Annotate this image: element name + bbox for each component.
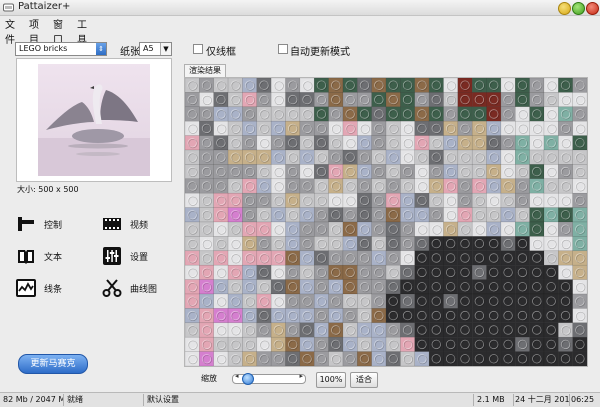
title-bar: Pattaizer+ — [0, 0, 600, 16]
date-status: 24 十二月 2016 — [512, 394, 570, 406]
line-icon — [16, 279, 36, 297]
tool-video-label: 视频 — [130, 221, 149, 231]
auto-update-label: 自动更新模式 — [290, 47, 350, 58]
style-select-value: LEGO bricks — [19, 44, 68, 53]
settings-status: 默认设置 — [144, 394, 474, 406]
tool-line-label: 线条 — [44, 285, 63, 295]
auto-update-checkbox[interactable] — [278, 44, 288, 54]
source-image-preview — [16, 58, 172, 182]
control-icon — [18, 217, 34, 231]
video-icon — [103, 218, 121, 230]
paper-select[interactable]: A5 ▼ — [139, 42, 172, 56]
paper-label: 纸张 — [120, 47, 140, 58]
memory-status: 82 Mb / 2047 Mb — [0, 394, 64, 406]
tool-curve-label: 曲线图 — [130, 285, 158, 295]
tool-control-label: 控制 — [44, 221, 63, 231]
update-mosaic-button[interactable]: 更新马赛克 — [18, 354, 88, 374]
time-status: 06:25 — [571, 395, 595, 404]
text-icon — [18, 250, 34, 264]
zoom-100-button[interactable]: 100% — [316, 372, 346, 388]
mosaic-image — [185, 78, 587, 366]
paper-select-value: A5 — [143, 44, 154, 53]
chevron-down-icon: ▼ — [160, 43, 171, 55]
mosaic-canvas[interactable] — [184, 77, 588, 367]
minimize-button[interactable] — [558, 2, 571, 15]
swan-image — [38, 64, 150, 176]
ready-status: 就绪 — [64, 394, 144, 406]
tool-settings-label: 设置 — [130, 253, 149, 263]
slider-right-arrow-icon: ▸ — [299, 372, 303, 380]
window-title: Pattaizer+ — [18, 1, 71, 12]
tool-text-label: 文本 — [44, 253, 63, 263]
file-size-status: 2.1 MB — [474, 394, 514, 406]
tab-render-result[interactable]: 渲染结果 — [184, 64, 226, 77]
outline-only-label: 仅线框 — [206, 47, 236, 58]
zoom-slider-thumb[interactable] — [242, 373, 254, 385]
status-bar: 82 Mb / 2047 Mb 就绪 默认设置 2.1 MB 24 十二月 20… — [0, 392, 600, 407]
updown-arrow-icon: ⇕ — [96, 43, 106, 55]
zoom-slider[interactable]: ◂ ▸ — [232, 372, 306, 385]
close-button[interactable] — [586, 2, 599, 15]
zoom-label: 缩放 — [201, 374, 217, 383]
zoom-fit-button[interactable]: 适合 — [350, 372, 378, 388]
image-size-label: 大小: 500 x 500 — [17, 185, 79, 194]
style-select[interactable]: LEGO bricks ⇕ — [15, 42, 107, 56]
app-window: Pattaizer+ 文件 项目 窗口 工具 LEGO bricks ⇕ 纸张 … — [0, 0, 600, 407]
settings-icon — [103, 247, 121, 265]
menu-file[interactable]: 文件 — [5, 16, 15, 46]
maximize-button[interactable] — [572, 2, 585, 15]
outline-only-checkbox[interactable] — [193, 44, 203, 54]
scissors-icon — [102, 279, 122, 297]
slider-left-arrow-icon: ◂ — [235, 372, 239, 380]
app-icon — [3, 3, 14, 12]
